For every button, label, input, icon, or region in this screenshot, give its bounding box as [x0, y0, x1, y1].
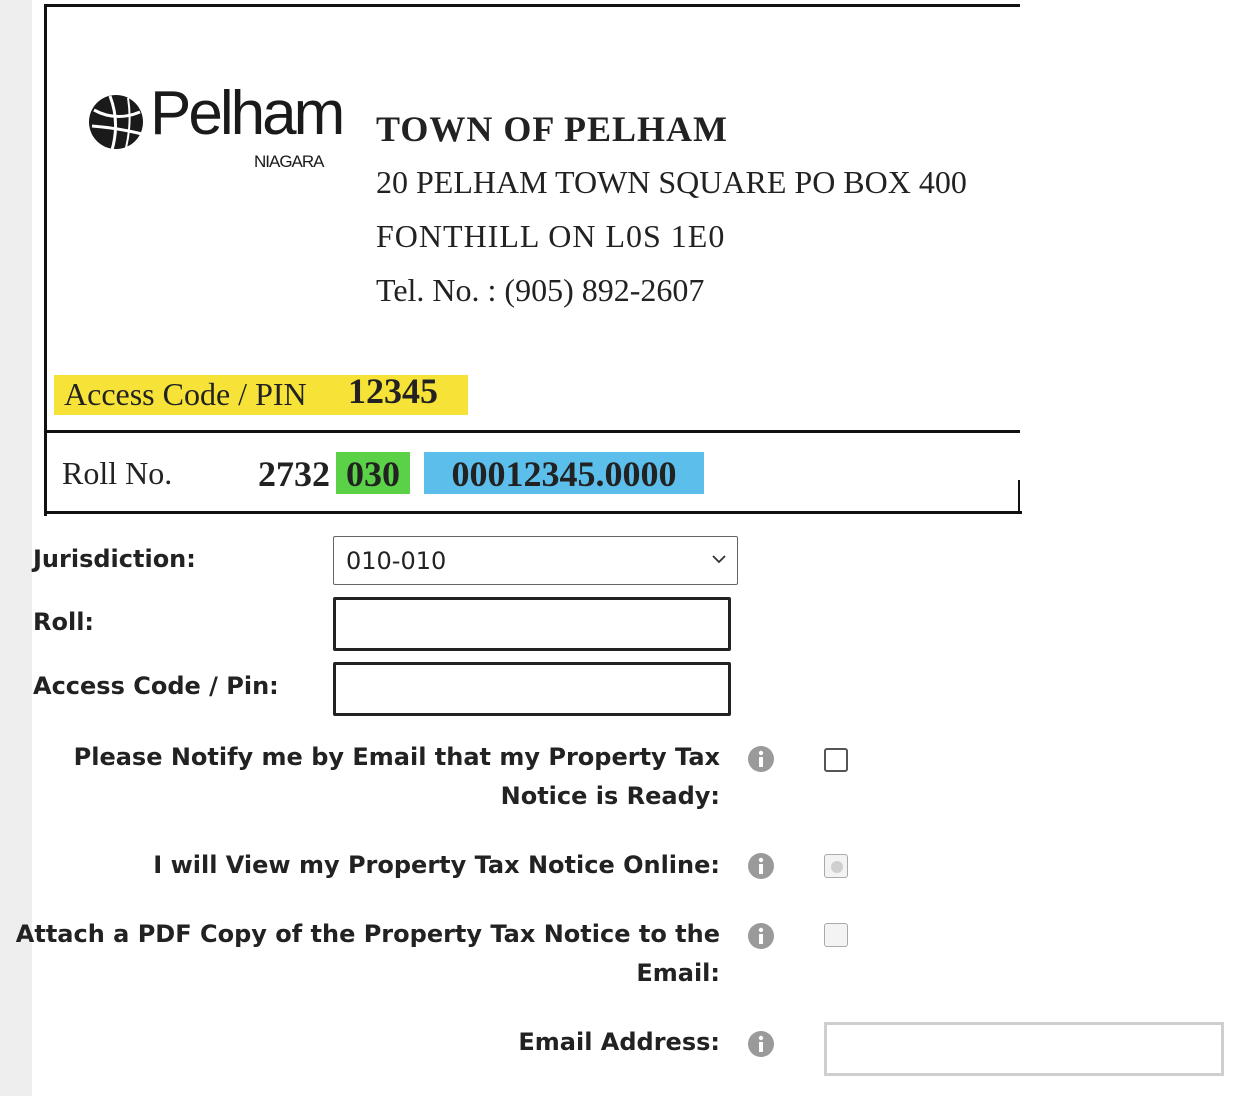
phone-number: Tel. No. : (905) 892-2607 [376, 272, 705, 308]
notice-roll-label: Roll No. [62, 455, 173, 491]
address-line-1: 20 PELHAM TOWN SQUARE PO BOX 400 [376, 164, 967, 200]
attach-pdf-checkbox[interactable] [824, 923, 848, 947]
access-code-input[interactable] [333, 662, 731, 716]
access-code-label: Access Code / Pin: [33, 672, 279, 700]
email-address-input[interactable] [824, 1022, 1224, 1076]
info-icon[interactable] [747, 852, 775, 880]
info-icon[interactable] [747, 745, 775, 773]
info-icon[interactable] [747, 922, 775, 950]
notice-border-right-tick [1018, 480, 1020, 514]
pelham-logo: Pelham NIAGARA [88, 79, 345, 171]
jurisdiction-select[interactable]: 010-010 [333, 536, 738, 585]
attach-pdf-label-line2: Email: [636, 959, 720, 987]
email-address-label: Email Address: [518, 1028, 720, 1056]
notify-email-checkbox[interactable] [824, 748, 848, 772]
attach-pdf-label: Attach a PDF Copy of the Property Tax No… [16, 915, 720, 993]
notify-email-label: Please Notify me by Email that my Proper… [74, 738, 720, 816]
attach-pdf-label-line1: Attach a PDF Copy of the Property Tax No… [15, 920, 720, 948]
town-name: TOWN OF PELHAM [376, 109, 729, 149]
roll-number-code: 00012345.0000 [424, 452, 704, 494]
notify-email-label-line1: Please Notify me by Email that my Proper… [73, 743, 720, 771]
info-icon[interactable] [747, 1030, 775, 1058]
roll-label: Roll: [33, 608, 95, 636]
notice-divider [44, 430, 1020, 433]
address-line-2: FONTHILL ON L0S 1E0 [376, 218, 726, 254]
notice-border-bottom [44, 511, 1022, 514]
notice-border-left [44, 4, 47, 516]
view-online-label: I will View my Property Tax Notice Onlin… [153, 851, 720, 879]
logo-wordmark: Pelham [150, 79, 345, 148]
notice-border-top [44, 4, 1020, 7]
jurisdiction-selected-value: 010-010 [346, 547, 447, 575]
chevron-down-icon [712, 555, 726, 564]
pelham-logo-icon [89, 95, 143, 151]
view-online-radio[interactable] [824, 854, 848, 878]
logo-subtext: NIAGARA [254, 152, 325, 171]
notify-email-label-line2: Notice is Ready: [500, 782, 720, 810]
notice-pin-value: 12345 [348, 371, 438, 411]
roll-input[interactable] [333, 597, 731, 651]
notice-pin-label: Access Code / PIN [64, 376, 307, 412]
radio-selected-dot [831, 861, 843, 873]
roll-jurisdiction-code: 030 [336, 452, 410, 494]
jurisdiction-label: Jurisdiction: [33, 545, 196, 573]
roll-municipality-code: 2732 [258, 454, 330, 494]
